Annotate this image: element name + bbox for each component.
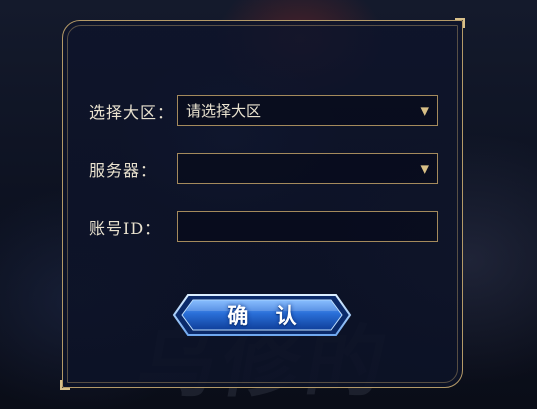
- region-row: 选择大区： 请选择大区 ▼: [89, 95, 438, 126]
- server-select-panel: 选择大区： 请选择大区 ▼ 服务器： ▼ 账号ID： 确 认: [60, 18, 465, 390]
- region-label: 选择大区：: [89, 102, 175, 122]
- server-select[interactable]: ▼: [177, 153, 438, 184]
- confirm-button-label: 确 认: [227, 303, 307, 328]
- account-id-field[interactable]: [177, 211, 438, 242]
- region-select-value: 请选择大区: [186, 102, 262, 120]
- account-row: 账号ID：: [89, 211, 438, 242]
- region-select[interactable]: 请选择大区 ▼: [177, 95, 438, 126]
- chevron-down-icon[interactable]: ▼: [421, 162, 429, 175]
- chevron-down-icon[interactable]: ▼: [421, 104, 429, 117]
- corner-ornament: [60, 380, 70, 390]
- server-row: 服务器： ▼: [89, 153, 438, 184]
- account-id-input[interactable]: [186, 217, 437, 236]
- corner-ornament: [455, 18, 465, 28]
- confirm-button[interactable]: 确 认: [172, 291, 352, 339]
- server-label: 服务器：: [89, 160, 158, 180]
- account-label: 账号ID：: [89, 218, 162, 238]
